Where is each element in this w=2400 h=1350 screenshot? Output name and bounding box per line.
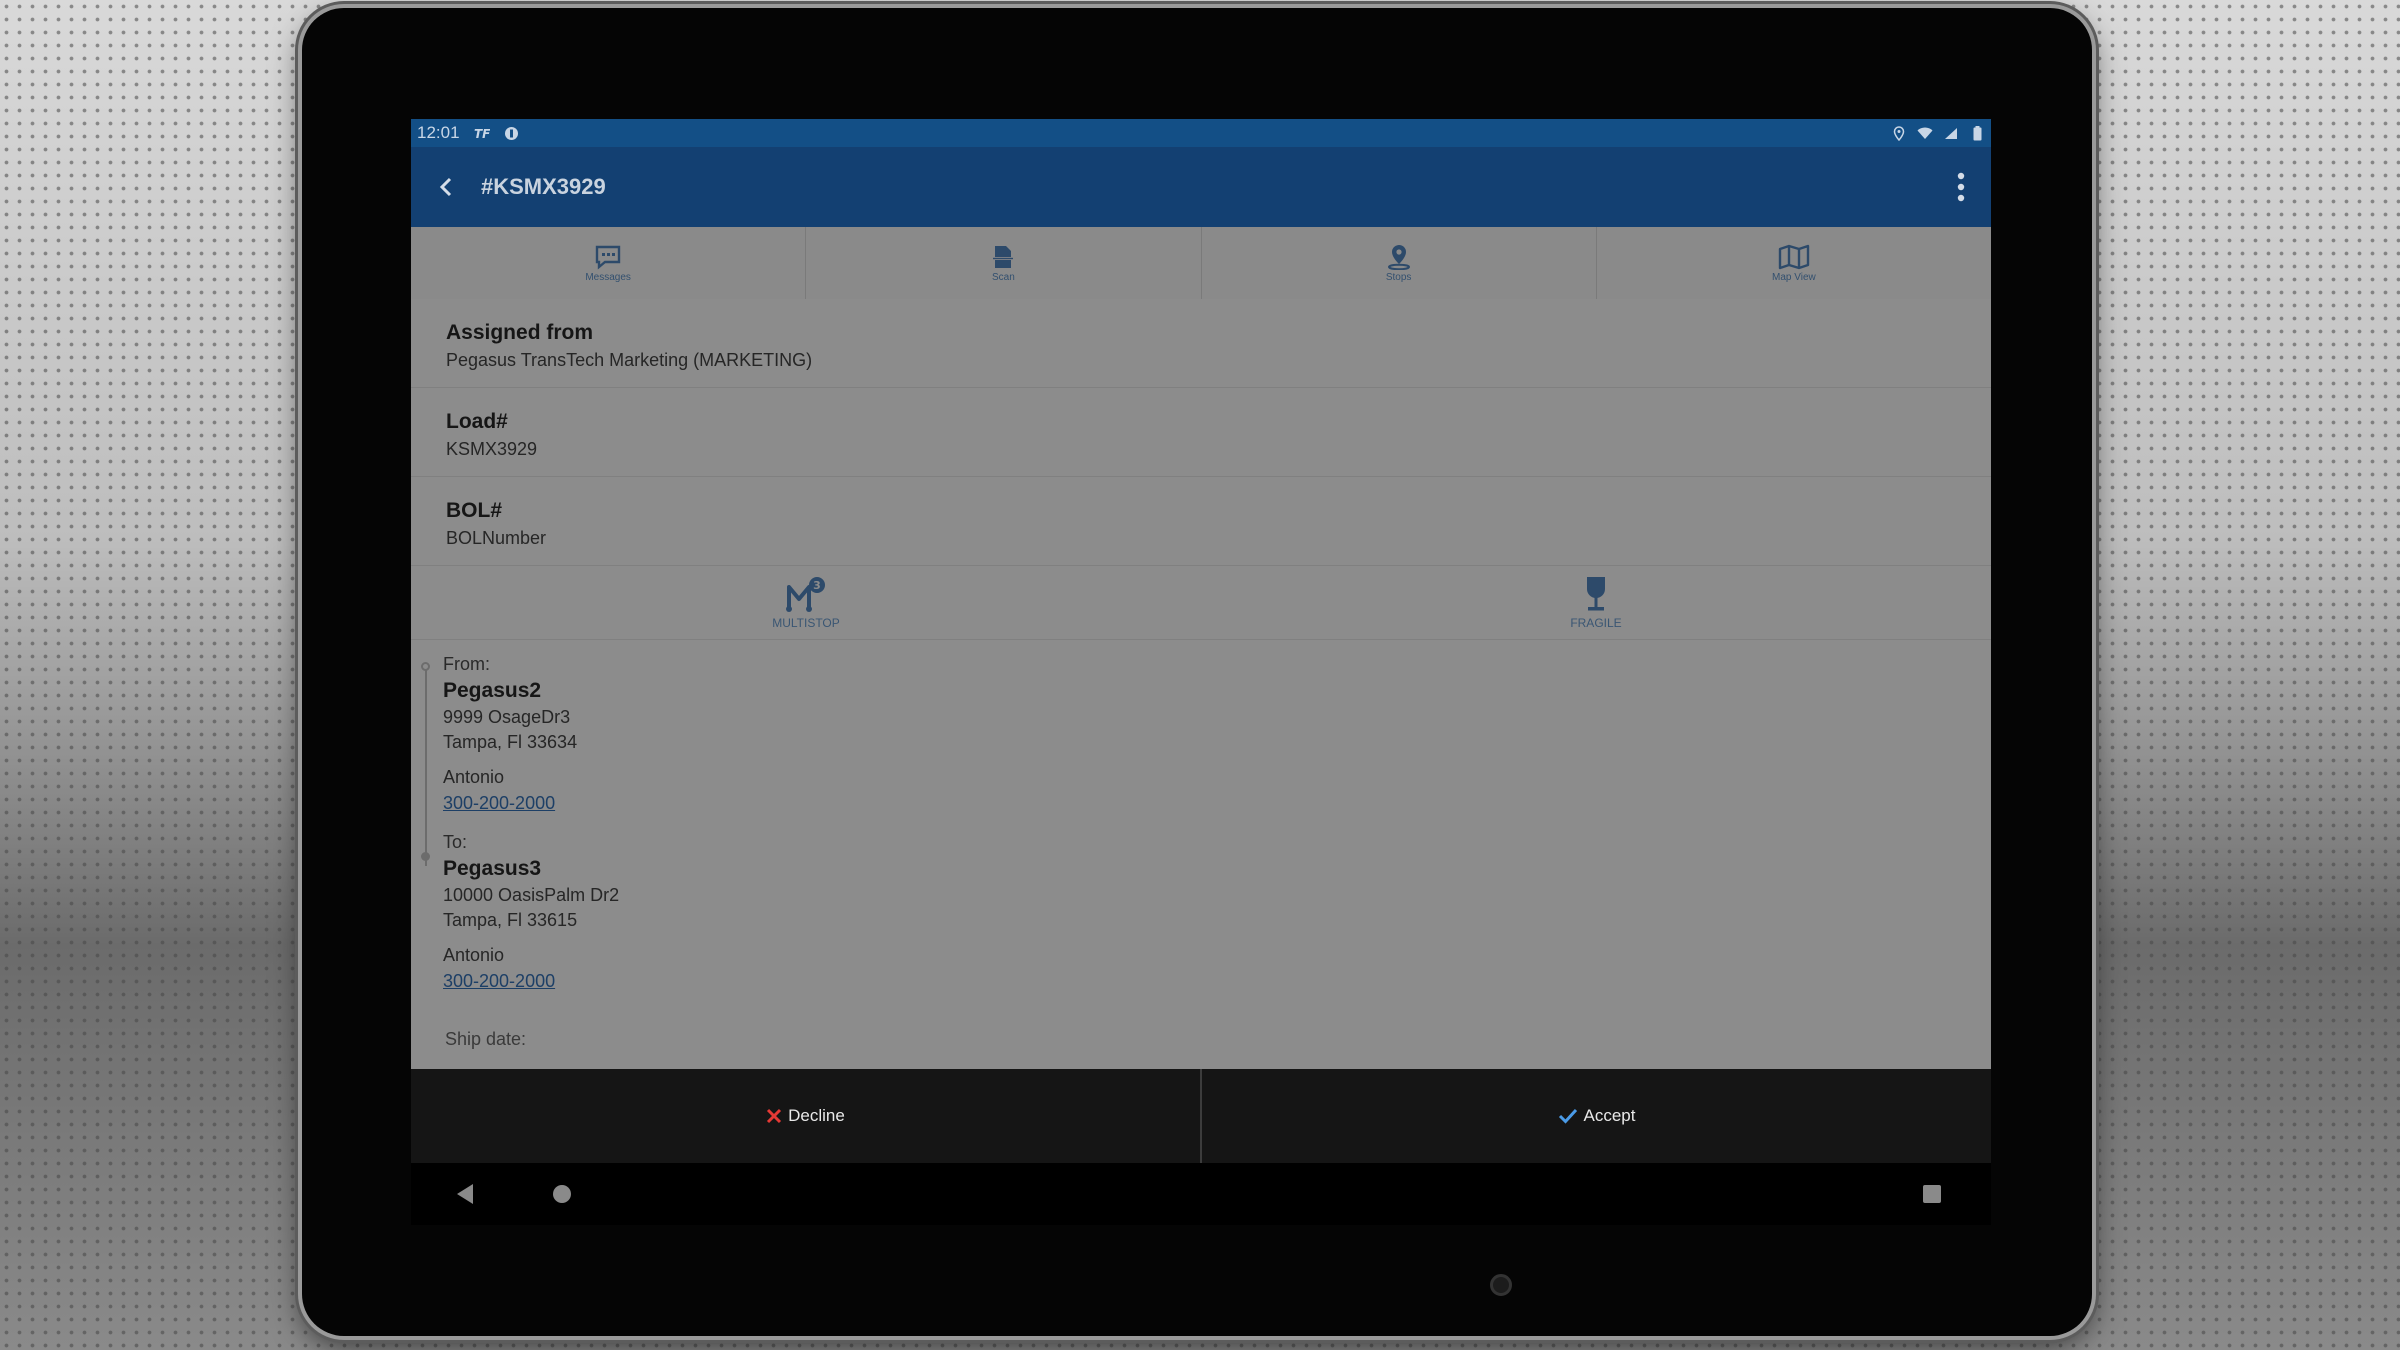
- tab-scan[interactable]: Scan: [806, 227, 1202, 299]
- accept-button[interactable]: Accept: [1202, 1069, 1991, 1163]
- field-label: Assigned from: [446, 321, 594, 344]
- back-button[interactable]: [411, 147, 481, 227]
- nav-home-button[interactable]: [553, 1185, 571, 1203]
- location-status-icon: [1891, 125, 1907, 141]
- decline-button[interactable]: Decline: [411, 1069, 1202, 1163]
- map-icon: [1778, 244, 1810, 269]
- overflow-menu-button[interactable]: [1931, 147, 1991, 227]
- stop-contact: Antonio: [443, 767, 505, 787]
- stop-name: Pegasus3: [443, 857, 542, 880]
- tab-label: Stops: [1385, 271, 1412, 283]
- origin-stop: From: Pegasus2 9999 OsageDr3 Tampa, Fl 3…: [443, 654, 1991, 814]
- multistop-badge: 3 MULTISTOP: [411, 566, 1201, 639]
- app-bar: #KSMX3929: [411, 147, 1991, 227]
- fragile-badge: FRAGILE: [1201, 566, 1991, 639]
- destination-dot: [421, 852, 430, 861]
- page-title: #KSMX3929: [481, 174, 606, 199]
- notification-circle-icon: [504, 125, 520, 141]
- stop-contact: Antonio: [443, 945, 505, 965]
- badge-label: FRAGILE: [1570, 616, 1622, 630]
- field-value: BOLNumber: [446, 528, 547, 548]
- ship-date-label: Ship date:: [445, 1029, 527, 1049]
- bol-number-field: BOL# BOLNumber: [411, 477, 1991, 566]
- field-label: BOL#: [446, 499, 503, 522]
- nav-back-button[interactable]: [453, 1182, 477, 1206]
- action-tabs: Messages Scan Stops Map View: [411, 227, 1991, 299]
- stop-phone-link[interactable]: 300-200-2000: [443, 971, 555, 992]
- front-camera: [1490, 1274, 1512, 1296]
- message-icon: [595, 245, 621, 270]
- destination-stop: To: Pegasus3 10000 OasisPalm Dr2 Tampa, …: [443, 832, 1991, 992]
- tab-label: Messages: [585, 271, 631, 283]
- chevron-left-icon: [439, 177, 452, 197]
- field-value: KSMX3929: [446, 439, 538, 459]
- field-label: Load#: [446, 410, 508, 433]
- system-nav-bar: [411, 1163, 1991, 1225]
- status-bar: 12:01 TF: [411, 119, 1991, 147]
- decline-label: Decline: [788, 1106, 845, 1125]
- stop-tag: To:: [443, 832, 468, 852]
- battery-icon: [1969, 125, 1985, 141]
- multistop-icon: 3: [786, 577, 825, 612]
- stop-address-line1: 10000 OasisPalm Dr2: [443, 885, 620, 905]
- tab-stops[interactable]: Stops: [1202, 227, 1597, 299]
- load-details: Assigned from Pegasus TransTech Marketin…: [411, 299, 1991, 1225]
- app-notification-icon: TF: [474, 125, 490, 141]
- stop-address-line1: 9999 OsageDr3: [443, 707, 571, 727]
- signal-icon: [1943, 125, 1959, 141]
- status-time: 12:01: [417, 123, 460, 142]
- stop-address-line2: Tampa, Fl 33634: [443, 732, 578, 752]
- origin-dot: [421, 662, 430, 671]
- decision-bar: Decline Accept: [411, 1069, 1991, 1163]
- device-screen: 12:01 TF #KSMX3929 Messages Scan Stops M…: [411, 119, 1991, 1225]
- stop-address-line2: Tampa, Fl 33615: [443, 910, 578, 930]
- stop-tag: From:: [443, 654, 490, 674]
- load-attributes: 3 MULTISTOP FRAGILE: [411, 566, 1991, 640]
- svg-text:TF: TF: [474, 127, 490, 140]
- tab-label: Scan: [991, 271, 1015, 283]
- accept-label: Accept: [1583, 1106, 1636, 1125]
- nav-recents-button[interactable]: [1923, 1185, 1941, 1203]
- multistop-count: 3: [813, 579, 821, 592]
- route-line: [425, 670, 427, 866]
- stop-name: Pegasus2: [443, 679, 542, 702]
- location-pin-icon: [1387, 244, 1410, 270]
- load-number-field: Load# KSMX3929: [411, 388, 1991, 477]
- field-value: Pegasus TransTech Marketing (MARKETING): [446, 350, 813, 370]
- triangle-back-icon: [457, 1184, 473, 1204]
- more-vert-icon: [1957, 172, 1965, 202]
- check-icon: [1558, 1108, 1577, 1124]
- tab-messages[interactable]: Messages: [411, 227, 807, 299]
- wifi-icon: [1917, 125, 1933, 141]
- fragile-icon: [1587, 577, 1605, 611]
- scan-icon: [993, 245, 1014, 268]
- assigned-from-field: Assigned from Pegasus TransTech Marketin…: [411, 299, 1991, 388]
- tab-label: Map View: [1772, 271, 1816, 283]
- stop-phone-link[interactable]: 300-200-2000: [443, 793, 555, 814]
- close-icon: [767, 1108, 782, 1124]
- tab-map-view[interactable]: Map View: [1597, 227, 1991, 299]
- route-stops: From: Pegasus2 9999 OsageDr3 Tampa, Fl 3…: [411, 640, 1991, 992]
- badge-label: MULTISTOP: [772, 616, 840, 630]
